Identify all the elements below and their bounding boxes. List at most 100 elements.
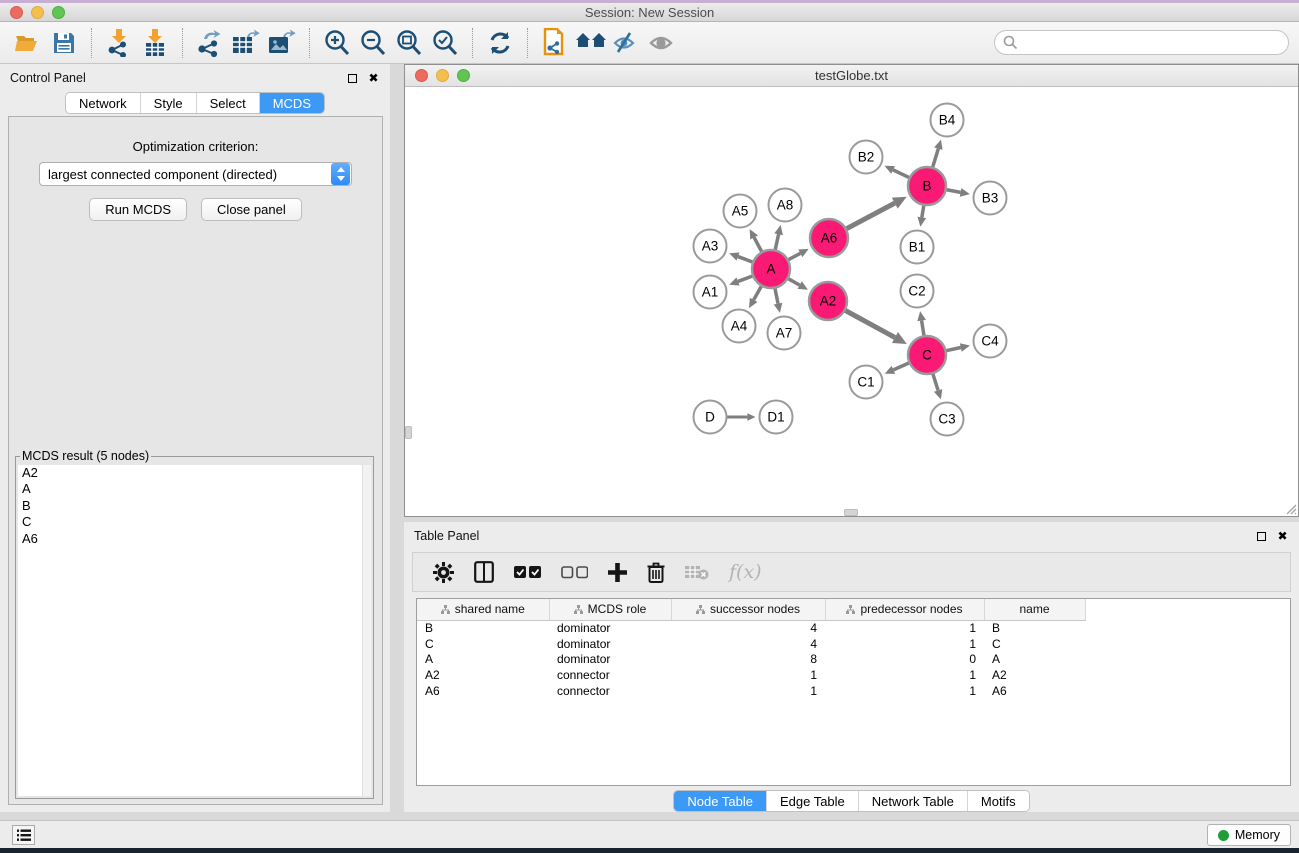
table-cell[interactable]: A2 (417, 667, 549, 683)
zoom-fit-button[interactable] (391, 27, 427, 59)
table-cell[interactable]: 1 (671, 667, 825, 683)
tab-motifs[interactable]: Motifs (967, 791, 1029, 811)
table-cell[interactable]: 1 (671, 683, 825, 699)
column-header[interactable]: predecessor nodes (825, 599, 984, 620)
edge-A6-B[interactable] (845, 203, 895, 229)
run-mcds-button[interactable]: Run MCDS (89, 198, 187, 221)
edge-A-A3[interactable] (738, 257, 754, 263)
column-header[interactable]: name (984, 599, 1085, 620)
apply-layout-button[interactable] (482, 27, 518, 59)
horizontal-scroll-thumb[interactable] (844, 509, 858, 516)
table-cell[interactable]: dominator (549, 652, 671, 668)
select-all-columns-button[interactable] (514, 566, 541, 579)
export-network-button[interactable] (192, 27, 228, 59)
delete-column-button[interactable] (647, 562, 665, 583)
table-row[interactable]: Bdominator41B (417, 620, 1085, 636)
export-image-button[interactable] (264, 27, 300, 59)
tab-mcds[interactable]: MCDS (259, 93, 324, 113)
table-cell[interactable]: 0 (825, 652, 984, 668)
edge-B-B4[interactable] (932, 149, 938, 169)
result-scrollbar[interactable] (362, 465, 371, 796)
zoom-out-button[interactable] (355, 27, 391, 59)
save-session-button[interactable] (46, 27, 82, 59)
table-cell[interactable]: A6 (984, 683, 1085, 699)
deselect-all-columns-button[interactable] (561, 566, 588, 579)
table-cell[interactable]: C (417, 636, 549, 652)
table-cell[interactable]: connector (549, 667, 671, 683)
close-panel-icon[interactable]: ✖ (367, 72, 380, 85)
edge-C-C2[interactable] (922, 321, 925, 338)
result-item[interactable]: A2 (18, 465, 371, 481)
table-row[interactable]: Adominator80A (417, 652, 1085, 668)
export-table-button[interactable] (228, 27, 264, 59)
split-columns-button[interactable] (474, 561, 494, 583)
result-item[interactable]: B (18, 498, 371, 514)
edge-A-A1[interactable] (738, 275, 754, 281)
memory-button[interactable]: Memory (1207, 824, 1291, 846)
table-cell[interactable]: 8 (671, 652, 825, 668)
tab-network[interactable]: Network (66, 93, 140, 113)
edge-B-B2[interactable] (893, 170, 911, 178)
table-cell[interactable]: A (984, 652, 1085, 668)
result-item[interactable]: C (18, 514, 371, 530)
table-cell[interactable]: 1 (825, 683, 984, 699)
network-canvas[interactable]: B4B2BB3A8A5A6B1A3AC2A1A2A4A7C4CC1C3DD1 (405, 87, 1298, 516)
table-row[interactable]: Cdominator41C (417, 636, 1085, 652)
table-cell[interactable]: 4 (671, 620, 825, 636)
table-cell[interactable]: B (417, 620, 549, 636)
edge-A-A8[interactable] (775, 234, 779, 251)
tab-network-table[interactable]: Network Table (858, 791, 967, 811)
search-input[interactable] (994, 30, 1289, 55)
criterion-dropdown[interactable]: largest connected component (directed) (39, 162, 352, 186)
column-header[interactable]: MCDS role (549, 599, 671, 620)
function-builder-button[interactable]: f(x) (729, 561, 762, 583)
network-from-selection-button[interactable] (537, 27, 573, 59)
mcds-result-list[interactable]: A2ABCA6 (18, 465, 371, 796)
table-cell[interactable]: 1 (825, 620, 984, 636)
add-column-button[interactable] (608, 563, 627, 582)
table-row[interactable]: A2connector11A2 (417, 667, 1085, 683)
table-cell[interactable]: 1 (825, 667, 984, 683)
table-cell[interactable]: A (417, 652, 549, 668)
table-cell[interactable]: A6 (417, 683, 549, 699)
open-session-button[interactable] (10, 27, 46, 59)
delete-table-button[interactable] (685, 565, 709, 580)
result-item[interactable]: A6 (18, 531, 371, 547)
result-item[interactable]: A (18, 481, 371, 497)
network-graph[interactable]: B4B2BB3A8A5A6B1A3AC2A1A2A4A7C4CC1C3DD1 (405, 87, 1298, 516)
table-settings-button[interactable] (433, 562, 454, 583)
tab-node-table[interactable]: Node Table (674, 791, 766, 811)
edge-A-A7[interactable] (775, 287, 778, 304)
table-cell[interactable]: dominator (549, 636, 671, 652)
table-cell[interactable]: connector (549, 683, 671, 699)
node-table-grid[interactable]: shared nameMCDS rolesuccessor nodesprede… (417, 599, 1086, 699)
edge-B-B3[interactable] (945, 189, 961, 192)
edge-C-C1[interactable] (893, 362, 910, 370)
table-cell[interactable]: 1 (825, 636, 984, 652)
import-network-button[interactable] (101, 27, 137, 59)
table-cell[interactable]: 4 (671, 636, 825, 652)
edge-A2-C[interactable] (844, 310, 895, 338)
edge-A-A4[interactable] (754, 285, 763, 300)
column-header[interactable]: shared name (417, 599, 549, 620)
table-cell[interactable]: B (984, 620, 1085, 636)
float-panel-icon[interactable] (346, 72, 359, 85)
show-hidden-button[interactable] (645, 27, 681, 59)
tab-style[interactable]: Style (140, 93, 196, 113)
table-cell[interactable]: dominator (549, 620, 671, 636)
vertical-scroll-thumb[interactable] (405, 426, 412, 439)
tab-edge-table[interactable]: Edge Table (766, 791, 858, 811)
zoom-selected-button[interactable] (427, 27, 463, 59)
task-history-button[interactable] (12, 825, 35, 845)
table-row[interactable]: A6connector11A6 (417, 683, 1085, 699)
float-table-panel-icon[interactable] (1255, 530, 1268, 543)
home-view-button[interactable] (573, 27, 609, 59)
resize-grip-icon[interactable] (1284, 502, 1297, 515)
table-cell[interactable]: A2 (984, 667, 1085, 683)
zoom-in-button[interactable] (319, 27, 355, 59)
table-cell[interactable]: C (984, 636, 1085, 652)
tab-select[interactable]: Select (196, 93, 259, 113)
edge-A-A5[interactable] (754, 237, 762, 253)
close-panel-button[interactable]: Close panel (201, 198, 302, 221)
column-header[interactable]: successor nodes (671, 599, 825, 620)
